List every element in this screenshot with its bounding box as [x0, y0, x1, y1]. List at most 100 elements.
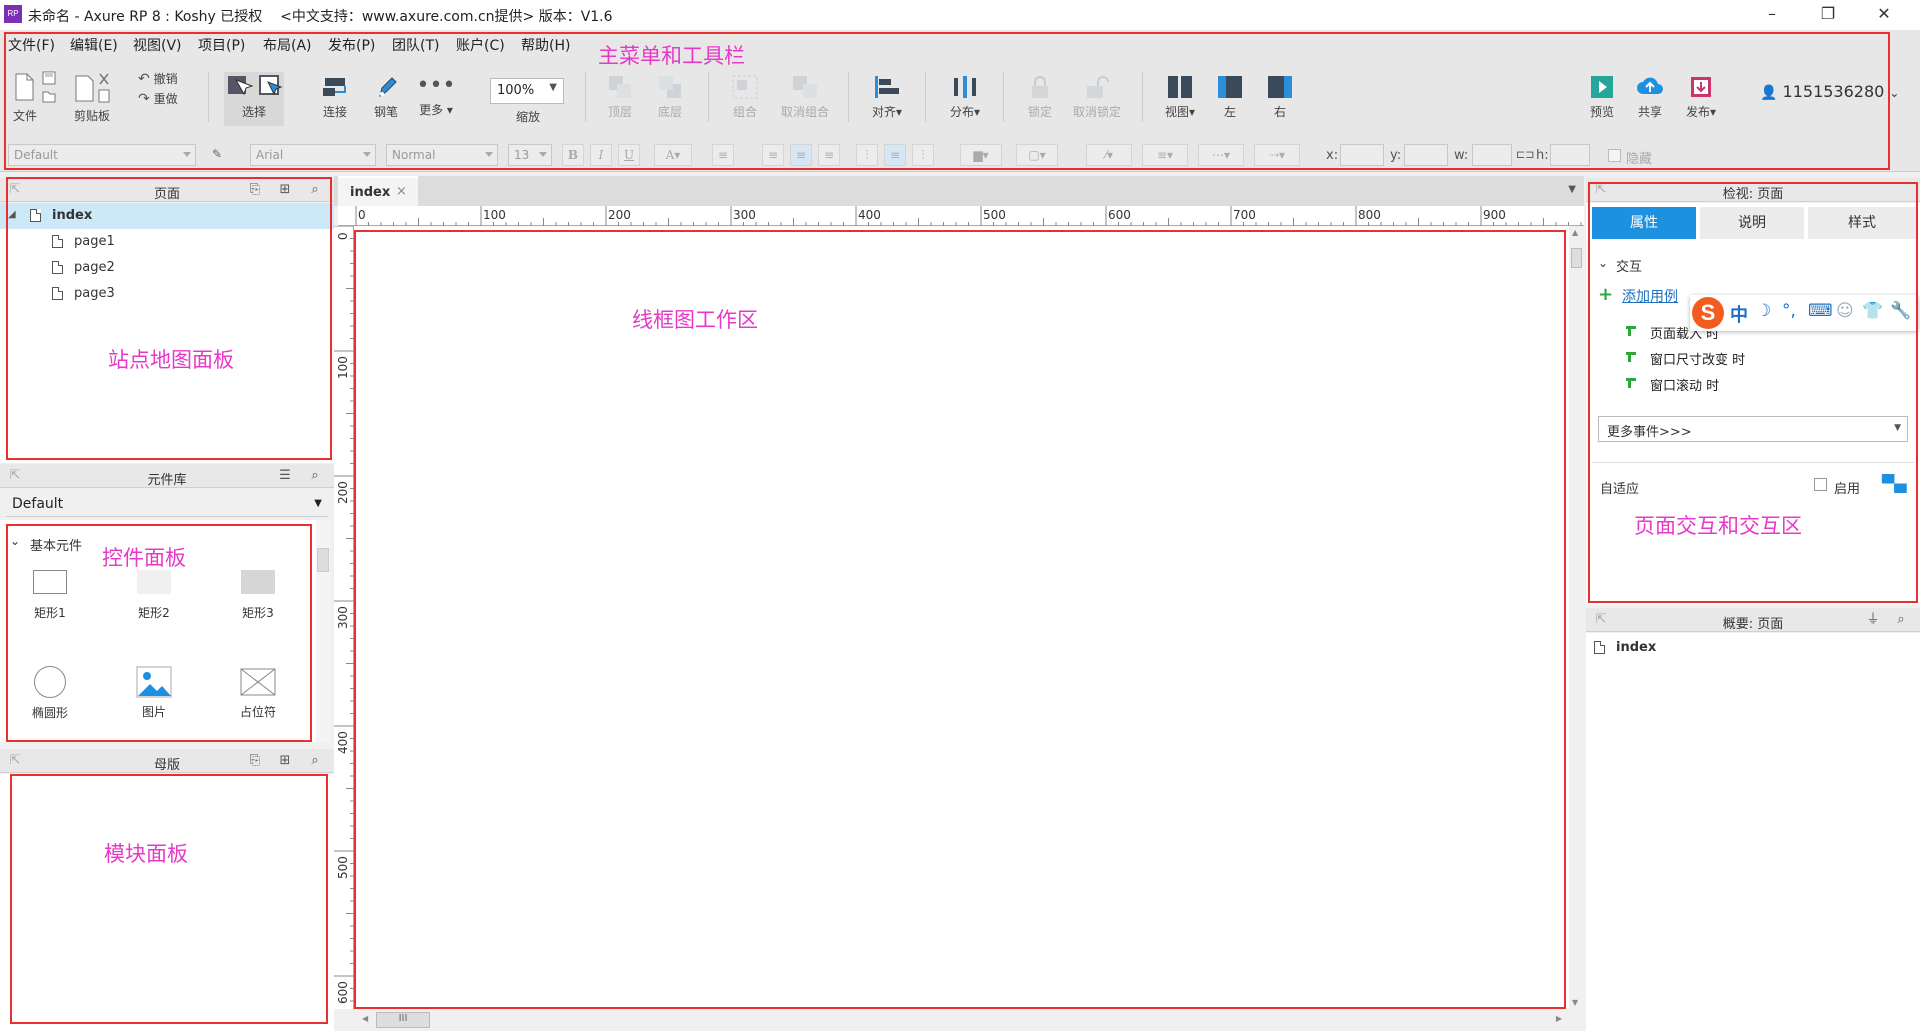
more-tools-button[interactable]: ••• 更多 ▾: [414, 74, 458, 118]
hidden-checkbox[interactable]: [1608, 149, 1621, 162]
interaction-section[interactable]: 交互: [1616, 256, 1642, 275]
publish-button[interactable]: 发布▾: [1678, 74, 1724, 120]
minimize-icon[interactable]: –: [1744, 0, 1800, 30]
y-input[interactable]: [1404, 144, 1448, 166]
toggle-left-panel-button[interactable]: 左: [1212, 74, 1248, 120]
align-text-right-icon[interactable]: ≡: [818, 144, 840, 166]
menu-icon[interactable]: ☰: [276, 467, 294, 485]
share-button[interactable]: 共享: [1630, 74, 1670, 120]
menu-account[interactable]: 账户(C): [456, 35, 505, 55]
menu-edit[interactable]: 编辑(E): [70, 35, 118, 55]
moon-icon[interactable]: ☽: [1756, 301, 1771, 321]
tab-style[interactable]: 样式: [1808, 207, 1916, 239]
tree-item-page3[interactable]: page3: [0, 281, 334, 307]
widget-rect2[interactable]: 矩形2: [124, 570, 184, 621]
canvas-horizontal-scrollbar[interactable]: ◀ III ▶: [354, 1009, 1584, 1031]
chevron-down-icon[interactable]: ⌄: [10, 534, 20, 548]
tree-item-page2[interactable]: page2: [0, 255, 334, 281]
scrollbar-thumb[interactable]: III: [376, 1012, 430, 1028]
wrench-icon[interactable]: 🔧: [1890, 301, 1911, 321]
menu-publish[interactable]: 发布(P): [328, 35, 375, 55]
distribute-button[interactable]: 分布▾: [942, 74, 988, 120]
ime-chinese-mode[interactable]: 中: [1730, 301, 1748, 327]
punctuation-icon[interactable]: °,: [1782, 301, 1796, 321]
add-folder-icon[interactable]: ⊞: [276, 181, 294, 199]
event-window-scroll[interactable]: 窗口滚动 时: [1650, 375, 1719, 394]
ungroup-button[interactable]: 取消组合: [776, 74, 834, 120]
underline-button[interactable]: U: [618, 144, 640, 166]
font-size-select[interactable]: 13: [508, 144, 552, 166]
bold-button[interactable]: B: [562, 144, 584, 166]
close-icon[interactable]: ✕: [1856, 0, 1912, 30]
font-weight-select[interactable]: Normal: [386, 144, 498, 166]
menu-help[interactable]: 帮助(H): [521, 35, 570, 55]
align-button[interactable]: 对齐▾: [864, 74, 910, 120]
pen-tool-button[interactable]: 钢笔: [369, 74, 403, 120]
widget-ellipse[interactable]: 椭圆形: [20, 666, 80, 721]
shadow-icon[interactable]: ▢▾: [1016, 144, 1058, 166]
undo-button[interactable]: ↶ 撤销: [138, 70, 188, 87]
line-color-icon[interactable]: ⁄▾: [1086, 144, 1132, 166]
save-open-icons[interactable]: [40, 70, 58, 107]
section-basic-widgets[interactable]: 基本元件: [30, 535, 82, 554]
align-text-left-icon[interactable]: ≡: [762, 144, 784, 166]
lock-ratio-icon[interactable]: ⊏⊐: [1516, 148, 1534, 161]
library-scrollbar[interactable]: [316, 520, 330, 742]
view-button[interactable]: 视图▾: [1160, 74, 1200, 120]
scrollbar-thumb[interactable]: [317, 548, 329, 572]
align-middle-icon[interactable]: ≡: [884, 144, 906, 166]
wireframe-canvas[interactable]: [354, 226, 1569, 1009]
tab-notes[interactable]: 说明: [1700, 207, 1804, 239]
clipboard-button[interactable]: 剪贴板: [72, 72, 112, 124]
search-icon[interactable]: ⌕: [1892, 611, 1910, 629]
scroll-down-icon[interactable]: ▼: [1572, 998, 1578, 1007]
redo-button[interactable]: ↷ 重做: [138, 90, 188, 107]
menu-layout[interactable]: 布局(A): [263, 35, 312, 55]
add-case-link[interactable]: 添加用例: [1622, 286, 1678, 306]
font-color-icon[interactable]: A▾: [654, 144, 692, 166]
bring-to-front-button[interactable]: 顶层: [600, 74, 640, 120]
add-icon[interactable]: +: [1598, 284, 1613, 305]
add-folder-icon[interactable]: ⊞: [276, 752, 294, 770]
style-select[interactable]: Default: [8, 144, 196, 166]
align-top-icon[interactable]: ⫶: [856, 144, 878, 166]
adaptive-settings-icon[interactable]: ▀▄: [1882, 474, 1907, 493]
library-select[interactable]: Default ▼: [6, 493, 328, 517]
fill-color-icon[interactable]: ▆▾: [960, 144, 1002, 166]
scrollbar-thumb[interactable]: [1571, 248, 1582, 268]
search-icon[interactable]: ⌕: [306, 181, 324, 199]
scroll-up-icon[interactable]: ▲: [1572, 228, 1578, 237]
user-ime-icon[interactable]: ☺: [1836, 301, 1854, 321]
align-bottom-icon[interactable]: ⫶: [912, 144, 934, 166]
h-input[interactable]: [1550, 144, 1590, 166]
menu-file[interactable]: 文件(F): [8, 35, 55, 55]
keyboard-icon[interactable]: ⌨: [1808, 301, 1833, 321]
font-family-select[interactable]: Arial: [250, 144, 376, 166]
close-tab-icon[interactable]: ×: [396, 184, 407, 199]
group-button[interactable]: 组合: [724, 74, 766, 120]
add-master-icon[interactable]: ⎘: [246, 752, 264, 770]
add-page-icon[interactable]: ⎘: [246, 181, 264, 199]
sogou-logo-icon[interactable]: S: [1692, 297, 1724, 329]
tab-menu-chevron-icon[interactable]: ▼: [1568, 184, 1576, 195]
unlock-button[interactable]: 取消锁定: [1068, 74, 1126, 120]
widget-rect1[interactable]: 矩形1: [20, 570, 80, 621]
line-style-icon[interactable]: ⋯▾: [1198, 144, 1244, 166]
menu-team[interactable]: 团队(T): [392, 35, 439, 55]
outline-item-index[interactable]: index: [1616, 640, 1656, 655]
preview-button[interactable]: 预览: [1582, 74, 1622, 120]
italic-button[interactable]: I: [590, 144, 612, 166]
tree-item-page1[interactable]: page1: [0, 229, 334, 255]
menu-project[interactable]: 项目(P): [198, 35, 245, 55]
widget-image[interactable]: 图片: [124, 666, 184, 720]
scroll-right-icon[interactable]: ▶: [1556, 1014, 1562, 1023]
event-window-resize[interactable]: 窗口尺寸改变 时: [1650, 349, 1745, 368]
style-editor-icon[interactable]: ✎: [206, 144, 228, 166]
enable-checkbox[interactable]: [1814, 478, 1827, 491]
widget-placeholder[interactable]: 占位符: [228, 666, 288, 720]
x-input[interactable]: [1340, 144, 1384, 166]
align-text-center-icon[interactable]: ≡: [790, 144, 812, 166]
lock-button[interactable]: 锁定: [1022, 74, 1058, 120]
chevron-down-icon[interactable]: ⌄: [1598, 256, 1608, 270]
tab-properties[interactable]: 属性: [1592, 207, 1696, 239]
